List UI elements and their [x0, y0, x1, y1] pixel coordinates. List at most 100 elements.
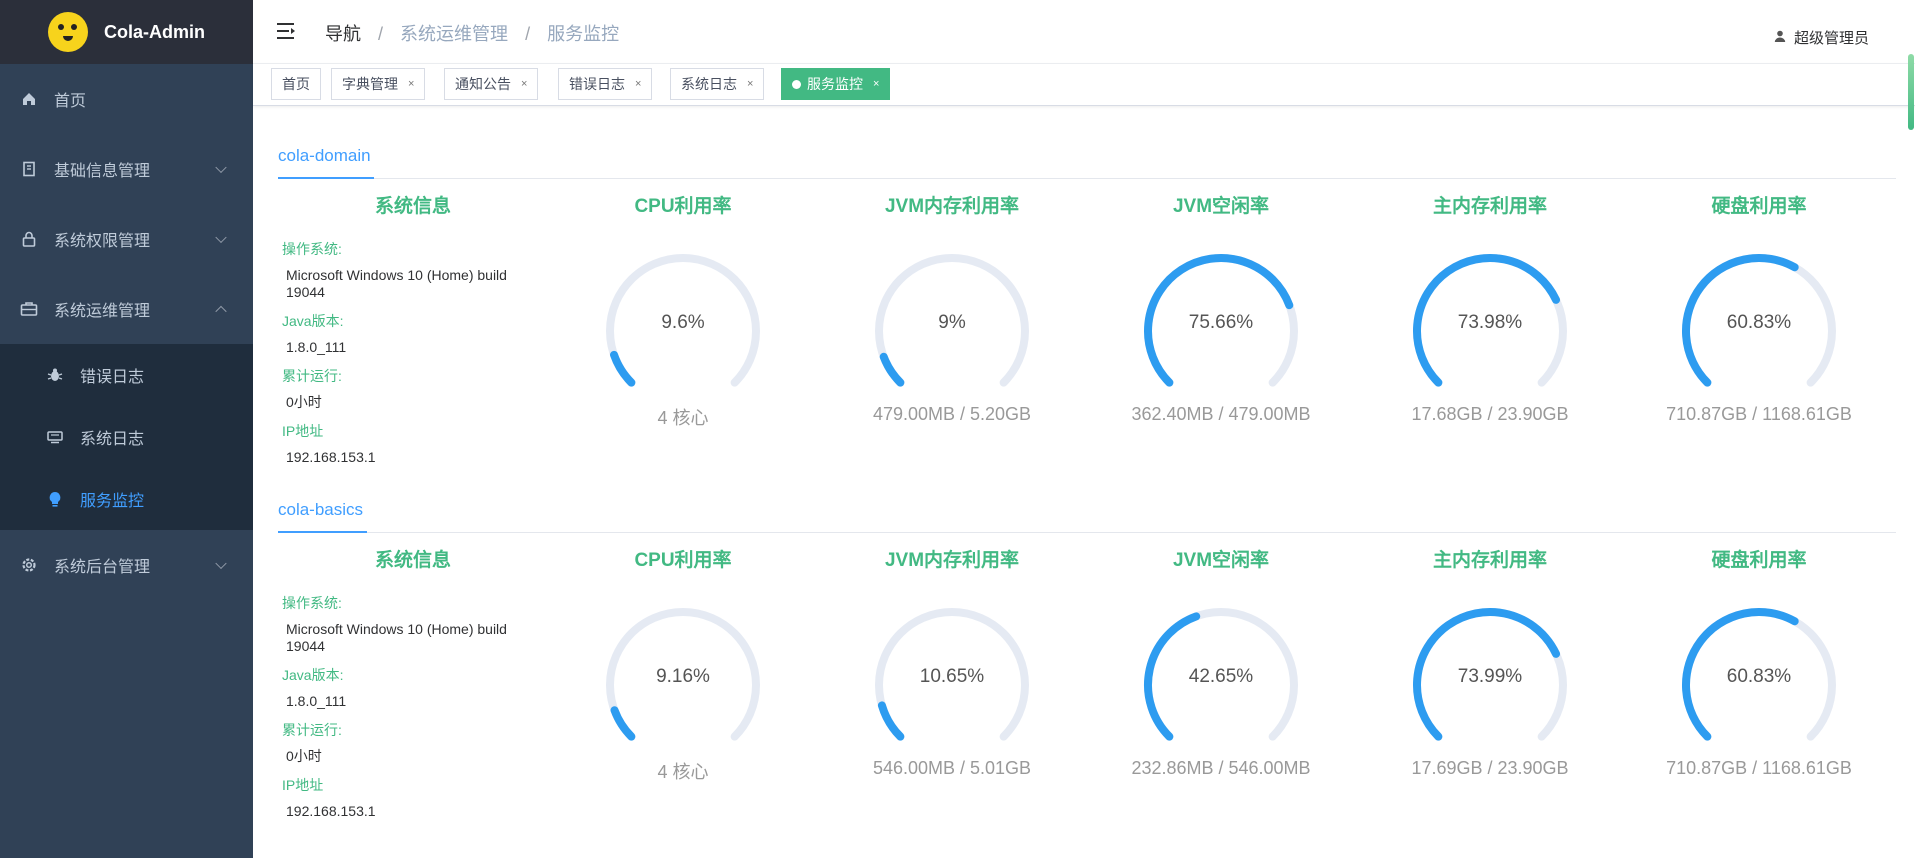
navbar: 导航 / 系统运维管理 / 服务监控 超级管理员: [253, 0, 1915, 64]
log-icon: [46, 428, 64, 446]
uptime-label: 累计运行:: [282, 368, 342, 384]
app-root: Cola-Admin 首页 基础信息管理 系统权限管理 系统运维管理 错误日志 …: [0, 0, 1915, 858]
sysinfo-title: 系统信息: [374, 196, 451, 217]
logo[interactable]: Cola-Admin: [0, 0, 253, 64]
tag-label: 字典管理: [342, 76, 398, 92]
lock-icon: [20, 230, 38, 248]
page-scrollbar[interactable]: [1907, 54, 1915, 134]
os-label: 操作系统:: [282, 241, 342, 257]
close-icon[interactable]: ×: [747, 78, 753, 90]
gauge-value: 9%: [938, 312, 966, 333]
gauge-jvm-mem: 10.65% 546.00MB / 5.01GB: [817, 588, 1087, 838]
close-icon[interactable]: ×: [521, 78, 527, 90]
gauge-detail: 4 核心: [657, 762, 709, 782]
user-menu[interactable]: 超级管理员: [1774, 27, 1869, 48]
server-tab[interactable]: cola-basics: [278, 490, 1896, 533]
sidebar-item-permissions[interactable]: 系统权限管理: [0, 204, 253, 274]
sidebar-item-error-log[interactable]: 错误日志: [0, 344, 253, 406]
gauge-value: 10.65%: [919, 666, 985, 687]
gauge-title: JVM内存利用率: [884, 196, 1020, 217]
hamburger-icon[interactable]: [275, 20, 297, 42]
uptime-label: 累计运行:: [282, 722, 342, 738]
tag-error-log[interactable]: 错误日志 ×: [558, 68, 653, 100]
gauge-jvm-idle: 42.65% 232.86MB / 546.00MB: [1086, 588, 1356, 838]
sidebar-item-backend[interactable]: 系统后台管理: [0, 530, 253, 600]
gauge-detail: 546.00MB / 5.01GB: [872, 758, 1032, 778]
ip-label: IP地址: [282, 423, 324, 439]
building-icon: [20, 160, 38, 178]
gauge-value: 42.65%: [1188, 666, 1254, 687]
os-label: 操作系统:: [282, 595, 342, 611]
gauge-title: 主内存利用率: [1432, 196, 1547, 217]
tag-service-monitor[interactable]: 服务监控 ×: [781, 68, 891, 100]
gauge-title: JVM空闲率: [1172, 550, 1270, 571]
gauge-mem: 73.99% 17.69GB / 23.90GB: [1355, 588, 1625, 838]
tag-system-log[interactable]: 系统日志 ×: [670, 68, 765, 100]
tag-dictionary[interactable]: 字典管理 ×: [331, 68, 426, 100]
server-section: cola-basics 系统信息 操作系统: Microsoft Windows…: [278, 490, 1896, 843]
scrollbar-thumb[interactable]: [1908, 54, 1914, 130]
uptime-value: 0小时: [286, 748, 322, 764]
ip-value: 192.168.153.1: [286, 803, 376, 819]
gauge-disk: 60.83% 710.87GB / 1168.61GB: [1624, 234, 1894, 484]
bulb-icon: [46, 490, 64, 508]
gauge-mem: 73.98% 17.68GB / 23.90GB: [1355, 234, 1625, 484]
main-content: cola-domain 系统信息 操作系统: Microsoft Windows…: [253, 106, 1907, 858]
os-value: Microsoft Windows 10 (Home) build 19044: [286, 621, 507, 654]
server-section: cola-domain 系统信息 操作系统: Microsoft Windows…: [278, 136, 1896, 489]
breadcrumb-separator: /: [525, 24, 531, 44]
gauge-cpu: 9.16% 4 核心: [548, 588, 818, 838]
server-tab[interactable]: cola-domain: [278, 136, 1896, 179]
tag-label: 错误日志: [569, 76, 625, 92]
user-icon: [1774, 29, 1786, 46]
gear-icon: [20, 556, 38, 574]
gauge-detail: 232.86MB / 546.00MB: [1131, 758, 1311, 778]
gauge-detail: 362.40MB / 479.00MB: [1131, 404, 1311, 424]
gauge-title: 硬盘利用率: [1711, 196, 1807, 217]
sidebar-item-basic-info[interactable]: 基础信息管理: [0, 134, 253, 204]
gauge-fill: [610, 350, 636, 387]
close-icon[interactable]: ×: [635, 78, 641, 90]
breadcrumb-item[interactable]: 系统运维管理: [400, 24, 508, 44]
gauge-detail: 710.87GB / 1168.61GB: [1666, 404, 1852, 424]
gauge-value: 60.83%: [1726, 666, 1792, 687]
breadcrumb-item[interactable]: 导航: [325, 24, 361, 44]
ip-value: 192.168.153.1: [286, 449, 376, 465]
gauge-value: 73.98%: [1457, 312, 1523, 333]
sidebar-item-ops[interactable]: 系统运维管理: [0, 274, 253, 344]
sidebar-item-label: 首页: [54, 93, 87, 110]
sidebar-item-service-monitor[interactable]: 服务监控: [0, 468, 253, 530]
sidebar: Cola-Admin 首页 基础信息管理 系统权限管理 系统运维管理 错误日志 …: [0, 0, 253, 858]
gauge-value: 9.6%: [661, 312, 705, 333]
sidebar-item-system-log[interactable]: 系统日志: [0, 406, 253, 468]
server-tab-label[interactable]: cola-domain: [278, 146, 371, 166]
gauge-title: 硬盘利用率: [1711, 550, 1807, 571]
gauge-title: 主内存利用率: [1432, 550, 1547, 571]
gauge-jvm-mem: 9% 479.00MB / 5.20GB: [817, 234, 1087, 484]
close-icon[interactable]: ×: [873, 78, 879, 90]
sysinfo-panel: 操作系统: Microsoft Windows 10 (Home) build …: [282, 239, 542, 476]
java-label: Java版本:: [282, 313, 344, 329]
breadcrumb: 导航 / 系统运维管理 / 服务监控: [325, 20, 619, 46]
toolbox-icon: [20, 300, 38, 318]
gauge-detail: 17.68GB / 23.90GB: [1411, 404, 1569, 424]
java-value: 1.8.0_111: [286, 339, 347, 355]
tag-notice[interactable]: 通知公告 ×: [444, 68, 539, 100]
app-title: Cola-Admin: [104, 21, 205, 42]
breadcrumb-separator: /: [378, 24, 384, 44]
sidebar-item-label: 基础信息管理: [54, 163, 151, 180]
java-value: 1.8.0_111: [286, 693, 347, 709]
sidebar-item-home[interactable]: 首页: [0, 64, 253, 134]
gauge-fill: [879, 352, 905, 387]
chevron-down-icon: [215, 161, 227, 174]
tag-home[interactable]: 首页: [271, 68, 321, 100]
gauge-value: 75.66%: [1188, 312, 1254, 333]
user-name: 超级管理员: [1793, 30, 1869, 47]
server-tab-label[interactable]: cola-basics: [278, 500, 363, 520]
active-dot-icon: [792, 79, 801, 89]
tag-label: 首页: [282, 76, 310, 92]
tag-label: 系统日志: [681, 76, 737, 92]
gauge-detail: 710.87GB / 1168.61GB: [1666, 758, 1852, 778]
gauge-disk: 60.83% 710.87GB / 1168.61GB: [1624, 588, 1894, 838]
close-icon[interactable]: ×: [408, 78, 414, 90]
